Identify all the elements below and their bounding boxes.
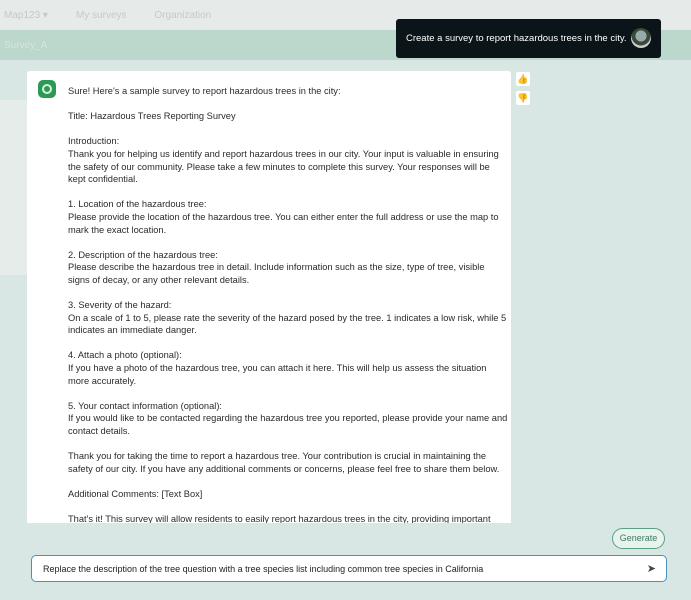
thumbs-down-icon[interactable]: 👎: [516, 91, 530, 105]
paragraph: Title: Hazardous Trees Reporting Survey: [68, 111, 236, 122]
user-message: Create a survey to report hazardous tree…: [396, 19, 661, 58]
survey-title: Survey_A: [4, 40, 48, 51]
user-avatar: [631, 28, 651, 48]
paragraph: 1. Location of the hazardous tree: Pleas…: [68, 199, 499, 235]
nav-item[interactable]: My surveys: [76, 10, 127, 21]
assistant-icon: [38, 80, 56, 98]
paragraph: Additional Comments: [Text Box]: [68, 489, 203, 499]
paragraph: Sure! Here's a sample survey to report h…: [68, 86, 341, 96]
background-panel: [0, 100, 27, 275]
thumbs-up-icon[interactable]: 👍: [516, 72, 530, 86]
paragraph: 2. Description of the hazardous tree: Pl…: [68, 249, 485, 285]
nav-item[interactable]: Organization: [155, 10, 212, 21]
assistant-message-text: Sure! Here's a sample survey to report h…: [68, 85, 508, 523]
send-icon[interactable]: ➤: [647, 562, 656, 575]
paragraph: 3. Severity of the hazard: On a scale of…: [68, 300, 507, 336]
paragraph: Introduction: Thank you for helping us i…: [68, 136, 499, 185]
nav-item[interactable]: Map123 ▾: [4, 10, 48, 21]
paragraph: That's it! This survey will allow reside…: [68, 514, 491, 523]
paragraph: 5. Your contact information (optional): …: [68, 400, 508, 437]
paragraph: 4. Attach a photo (optional): If you hav…: [68, 350, 487, 386]
paragraph: Thank you for taking the time to report …: [68, 451, 500, 474]
generate-button[interactable]: Generate: [612, 528, 665, 549]
prompt-input-value: Replace the description of the tree ques…: [43, 564, 484, 574]
user-message-text: Create a survey to report hazardous tree…: [406, 33, 627, 44]
prompt-input[interactable]: Replace the description of the tree ques…: [31, 555, 667, 582]
assistant-message: Sure! Here's a sample survey to report h…: [27, 71, 511, 523]
